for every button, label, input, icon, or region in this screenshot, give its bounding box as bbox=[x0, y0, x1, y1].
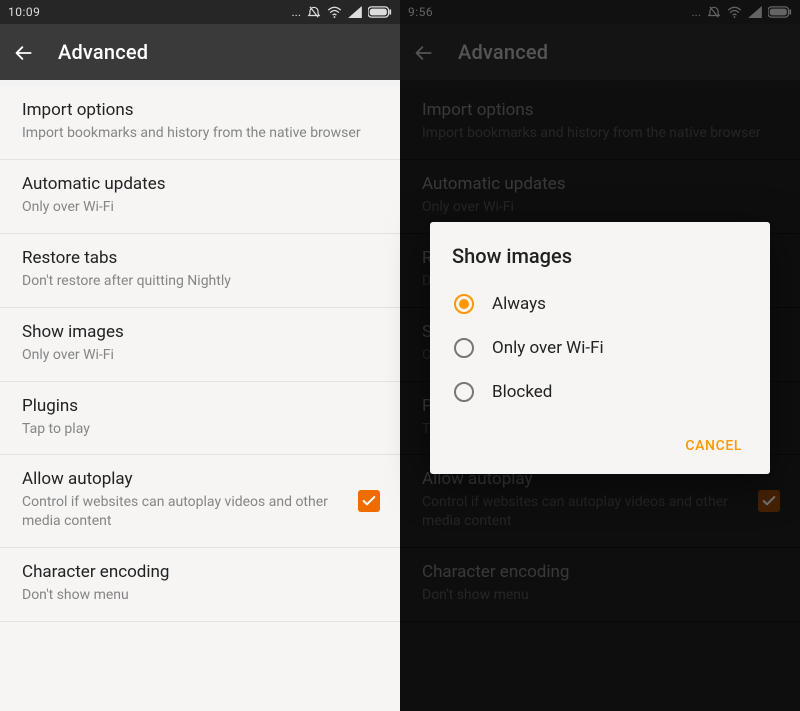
cancel-button[interactable]: CANCEL bbox=[677, 428, 750, 464]
checkbox-checked-icon[interactable] bbox=[358, 490, 380, 512]
radio-option-wifi[interactable]: Only over Wi-Fi bbox=[450, 326, 750, 370]
setting-subtitle: Don't show menu bbox=[22, 586, 378, 605]
setting-subtitle: Don't restore after quitting Nightly bbox=[22, 272, 378, 291]
battery-icon bbox=[368, 6, 392, 18]
setting-automatic-updates[interactable]: Automatic updates Only over Wi-Fi bbox=[0, 160, 400, 234]
dialog-title: Show images bbox=[450, 244, 750, 268]
setting-subtitle: Control if websites can autoplay videos … bbox=[22, 493, 338, 531]
back-icon[interactable] bbox=[14, 42, 34, 62]
setting-subtitle: Only over Wi-Fi bbox=[22, 346, 378, 365]
setting-restore-tabs[interactable]: Restore tabs Don't restore after quittin… bbox=[0, 234, 400, 308]
setting-show-images[interactable]: Show images Only over Wi-Fi bbox=[0, 308, 400, 382]
status-bar: 10:09 ... bbox=[0, 0, 400, 24]
status-icons: ... bbox=[292, 5, 393, 19]
settings-pane-left: 10:09 ... Advanced Import options Import… bbox=[0, 0, 400, 711]
radio-selected-icon[interactable] bbox=[454, 294, 474, 314]
setting-character-encoding[interactable]: Character encoding Don't show menu bbox=[0, 548, 400, 622]
status-dots-icon: ... bbox=[292, 5, 302, 19]
settings-list[interactable]: Import options Import bookmarks and hist… bbox=[0, 86, 400, 711]
radio-unselected-icon[interactable] bbox=[454, 338, 474, 358]
wifi-icon bbox=[327, 6, 342, 18]
setting-allow-autoplay[interactable]: Allow autoplay Control if websites can a… bbox=[0, 455, 400, 548]
setting-import-options[interactable]: Import options Import bookmarks and hist… bbox=[0, 86, 400, 160]
radio-option-always[interactable]: Always bbox=[450, 282, 750, 326]
page-title: Advanced bbox=[58, 40, 148, 64]
radio-label: Blocked bbox=[492, 382, 552, 402]
signal-icon bbox=[348, 6, 362, 18]
radio-option-blocked[interactable]: Blocked bbox=[450, 370, 750, 414]
setting-title: Character encoding bbox=[22, 562, 378, 582]
setting-subtitle: Only over Wi-Fi bbox=[22, 198, 378, 217]
show-images-dialog: Show images Always Only over Wi-Fi Block… bbox=[430, 222, 770, 474]
app-bar: Advanced bbox=[0, 24, 400, 80]
setting-title: Plugins bbox=[22, 396, 378, 416]
dialog-actions: CANCEL bbox=[450, 414, 750, 464]
setting-title: Automatic updates bbox=[22, 174, 378, 194]
setting-subtitle: Tap to play bbox=[22, 420, 378, 439]
radio-unselected-icon[interactable] bbox=[454, 382, 474, 402]
settings-pane-right: 9:56 ... Advanced Import options bbox=[400, 0, 800, 711]
setting-title: Restore tabs bbox=[22, 248, 378, 268]
radio-label: Only over Wi-Fi bbox=[492, 338, 604, 358]
radio-label: Always bbox=[492, 294, 546, 314]
setting-title: Allow autoplay bbox=[22, 469, 338, 489]
status-time: 10:09 bbox=[8, 5, 40, 19]
setting-plugins[interactable]: Plugins Tap to play bbox=[0, 382, 400, 456]
setting-title: Show images bbox=[22, 322, 378, 342]
alarm-off-icon bbox=[307, 5, 321, 19]
setting-subtitle: Import bookmarks and history from the na… bbox=[22, 124, 378, 143]
setting-title: Import options bbox=[22, 100, 378, 120]
